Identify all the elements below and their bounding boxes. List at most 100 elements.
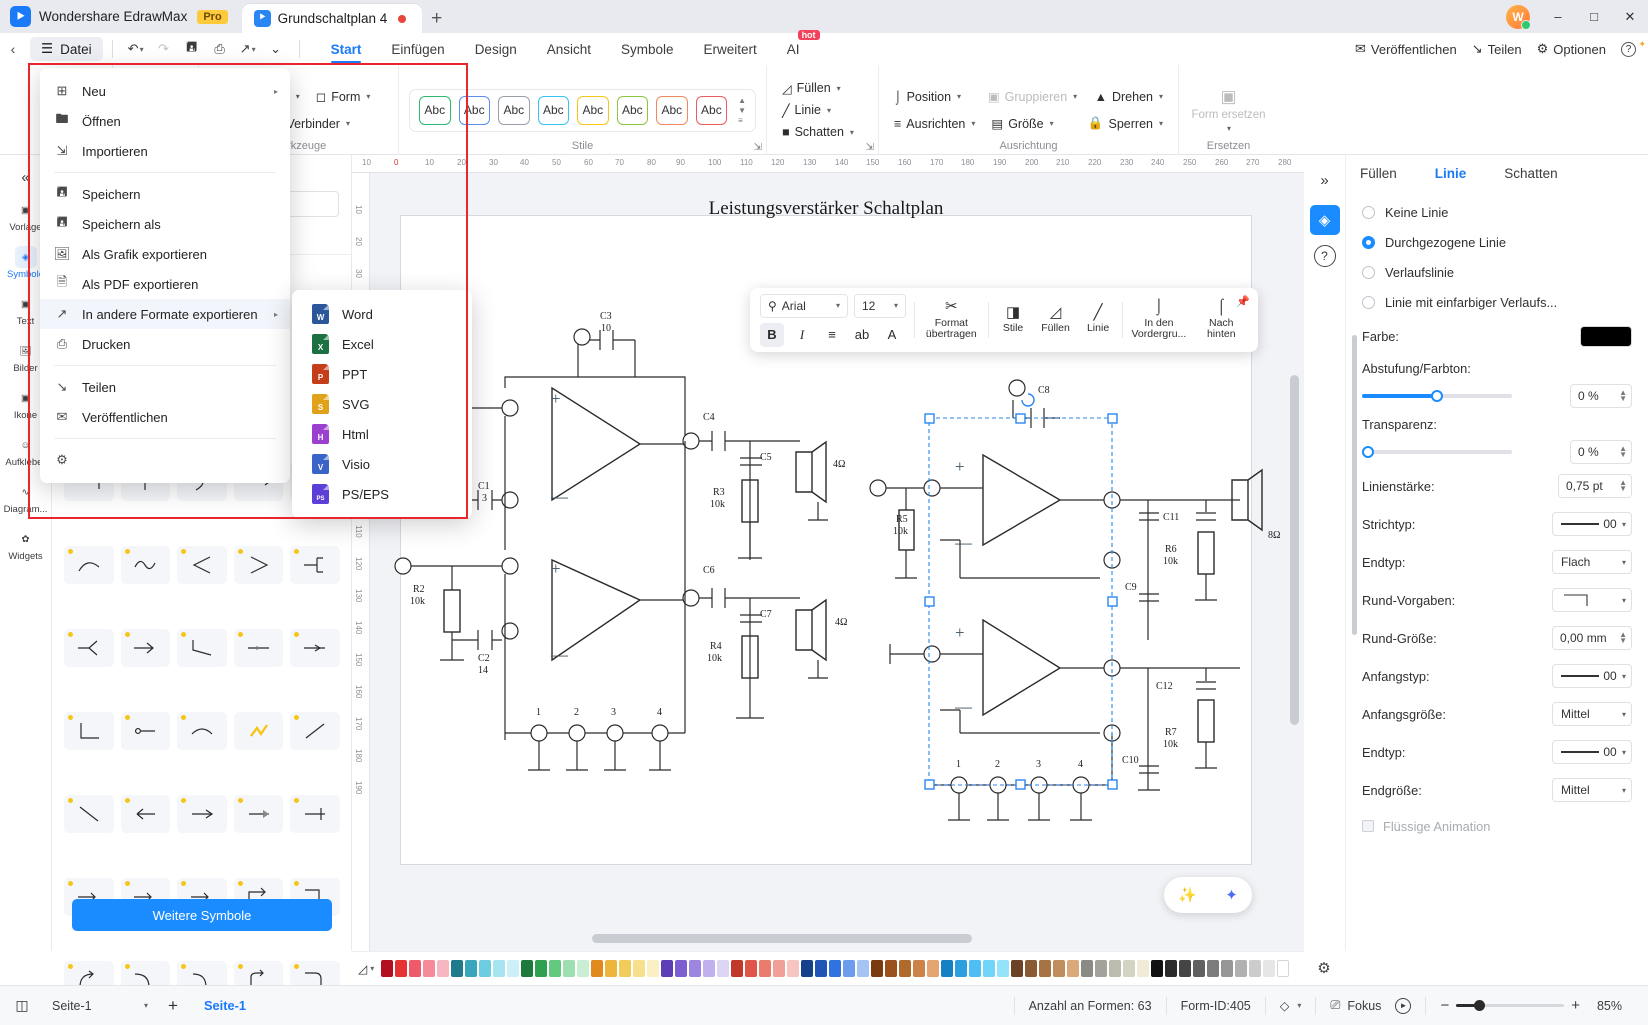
symbol-cell[interactable] xyxy=(233,795,284,833)
maximize-button[interactable]: □ xyxy=(1576,0,1612,33)
active-page-chip[interactable]: Seite-1 xyxy=(190,998,260,1013)
rund-groesse-spinner[interactable]: 0,00 mm ▲ ▼ xyxy=(1552,626,1632,650)
transparency-slider[interactable] xyxy=(1362,442,1512,462)
animation-checkbox[interactable] xyxy=(1362,820,1374,832)
canvas-settings-gear-icon[interactable]: ⚙ xyxy=(1310,955,1338,981)
color-chip[interactable] xyxy=(1249,960,1262,977)
palette-fill-icon[interactable]: ◿ ▾ xyxy=(358,962,374,976)
group-expander-fuellen[interactable]: ⇲ xyxy=(866,142,874,153)
color-chip[interactable] xyxy=(1095,960,1108,977)
menu-item-importieren[interactable]: ⇲ Importieren xyxy=(40,136,290,166)
tab-symbole[interactable]: Symbole xyxy=(621,33,674,65)
color-chip[interactable] xyxy=(661,960,674,977)
anfangsgroesse-select[interactable]: Mittel ▾ xyxy=(1552,702,1632,726)
symbol-cell[interactable] xyxy=(64,546,114,584)
styles-button[interactable]: ◨ Stile xyxy=(997,304,1030,335)
color-chip[interactable] xyxy=(647,960,660,977)
rotate-button[interactable]: ▲ Drehen ▾ xyxy=(1090,88,1168,106)
color-chip[interactable] xyxy=(801,960,814,977)
color-chip[interactable] xyxy=(899,960,912,977)
submenu-item-excel[interactable]: X Excel xyxy=(292,329,472,359)
color-chip[interactable] xyxy=(465,960,478,977)
bold-button[interactable]: B xyxy=(760,322,784,347)
zoom-in-button[interactable]: + xyxy=(1571,997,1580,1014)
color-chip[interactable] xyxy=(605,960,618,977)
color-chip[interactable] xyxy=(1207,960,1220,977)
avatar[interactable]: W xyxy=(1506,5,1530,29)
spinner-arrows[interactable]: ▲ ▼ xyxy=(1619,479,1627,492)
color-chip[interactable] xyxy=(437,960,450,977)
color-chip[interactable] xyxy=(885,960,898,977)
fill-button[interactable]: ◿ Füllen xyxy=(1037,304,1073,335)
symbol-cell[interactable] xyxy=(233,546,284,584)
endgroesse-select[interactable]: Mittel ▾ xyxy=(1552,778,1632,802)
style-swatch[interactable]: Abc xyxy=(458,95,491,125)
menu-item-teilen[interactable]: ↘ Teilen xyxy=(40,372,290,402)
tab-schatten[interactable]: Schatten xyxy=(1504,166,1557,181)
menu-item-speichern[interactable]: 🖪 Speichern xyxy=(40,179,290,209)
symbol-cell[interactable] xyxy=(177,546,227,584)
color-chip[interactable] xyxy=(941,960,954,977)
color-chip[interactable] xyxy=(871,960,884,977)
file-menu-button[interactable]: ☰ Datei xyxy=(30,37,103,61)
color-chip[interactable] xyxy=(1081,960,1094,977)
radio-keine-linie[interactable]: Keine Linie xyxy=(1362,197,1632,227)
color-chip[interactable] xyxy=(493,960,506,977)
slider-knob[interactable] xyxy=(1431,389,1443,402)
gradient-spinner[interactable]: 0 % ▲ ▼ xyxy=(1570,384,1632,408)
format-painter-button[interactable]: ✂ Format übertragen xyxy=(923,299,980,341)
color-chip[interactable] xyxy=(1235,960,1248,977)
radio-durchgezogene-linie[interactable]: Durchgezogene Linie xyxy=(1362,227,1632,257)
color-chip[interactable] xyxy=(955,960,968,977)
zoom-out-button[interactable]: − xyxy=(1440,997,1449,1014)
close-button[interactable]: ✕ xyxy=(1612,0,1648,33)
endtyp-select-1[interactable]: Flach ▾ xyxy=(1552,550,1632,574)
color-chip[interactable] xyxy=(409,960,422,977)
anfangstyp-select[interactable]: 00 ▾ xyxy=(1552,664,1632,688)
color-chip[interactable] xyxy=(1067,960,1080,977)
minimize-button[interactable]: – xyxy=(1540,0,1576,33)
color-chip[interactable] xyxy=(745,960,758,977)
tab-ai[interactable]: AI hot xyxy=(787,30,820,65)
symbol-cell[interactable] xyxy=(290,712,340,750)
color-chip[interactable] xyxy=(1193,960,1206,977)
symbol-cell[interactable] xyxy=(177,795,227,833)
endtyp-select-2[interactable]: 00 ▾ xyxy=(1552,740,1632,764)
group-expander-stile[interactable]: ⇲ xyxy=(754,142,762,153)
color-chip[interactable] xyxy=(479,960,492,977)
color-chip[interactable] xyxy=(563,960,576,977)
color-chip[interactable] xyxy=(1165,960,1178,977)
radio-einfarbige-verlaufslinie[interactable]: Linie mit einfarbiger Verlaufs... xyxy=(1362,287,1632,317)
color-chip[interactable] xyxy=(1263,960,1276,977)
size-button[interactable]: ▤ Größe ▾ xyxy=(986,114,1077,133)
color-chip[interactable] xyxy=(1109,960,1122,977)
new-tab-button[interactable]: + xyxy=(422,4,452,33)
focus-button[interactable]: ⎚ Fokus xyxy=(1315,996,1395,1015)
options-button[interactable]: ⚙ Optionen xyxy=(1537,41,1606,57)
add-page-button[interactable]: + xyxy=(156,996,190,1016)
symbol-cell[interactable] xyxy=(120,546,171,584)
color-chip[interactable] xyxy=(1277,960,1290,977)
tab-design[interactable]: Design xyxy=(475,33,517,65)
layers-button[interactable]: ◇ ▾ xyxy=(1264,996,1316,1015)
animation-row[interactable]: Flüssige Animation xyxy=(1362,809,1632,843)
help-panel-icon[interactable]: ? xyxy=(1313,245,1336,267)
style-swatch[interactable]: Abc xyxy=(695,95,728,125)
color-chip[interactable] xyxy=(913,960,926,977)
symbol-cell[interactable] xyxy=(177,712,227,750)
color-chip[interactable] xyxy=(1011,960,1024,977)
more-symbols-button[interactable]: Weitere Symbole xyxy=(72,899,332,931)
line-color-swatch[interactable] xyxy=(1580,325,1632,347)
symbol-cell[interactable] xyxy=(64,795,114,833)
symbol-cell[interactable] xyxy=(290,546,340,584)
menu-item-optionen[interactable]: ⚙ xyxy=(40,445,290,475)
color-chip[interactable] xyxy=(689,960,702,977)
style-swatch[interactable]: Abc xyxy=(577,95,609,125)
color-chip[interactable] xyxy=(1123,960,1136,977)
tab-ansicht[interactable]: Ansicht xyxy=(547,33,591,65)
position-button[interactable]: ⌡ Position ▾ xyxy=(889,88,977,106)
symbol-cell[interactable] xyxy=(64,629,114,667)
presentation-button[interactable]: ► xyxy=(1395,997,1425,1015)
color-chip[interactable] xyxy=(591,960,604,977)
color-chip[interactable] xyxy=(857,960,870,977)
